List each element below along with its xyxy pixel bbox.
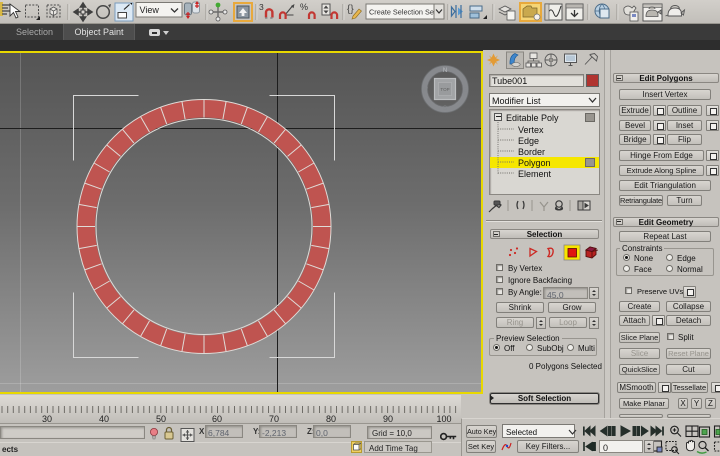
- svg-text:90: 90: [383, 414, 393, 424]
- svg-text:E: E: [463, 88, 467, 94]
- svg-text:TOP: TOP: [440, 87, 449, 92]
- svg-text:80: 80: [326, 414, 336, 424]
- svg-text:40: 40: [99, 414, 109, 424]
- svg-text:3: 3: [259, 2, 264, 12]
- svg-text:30: 30: [42, 414, 52, 424]
- svg-text:View: View: [140, 5, 160, 15]
- svg-text:60: 60: [212, 414, 222, 424]
- svg-text:N: N: [443, 68, 447, 74]
- svg-text:W: W: [422, 88, 428, 94]
- svg-text:70: 70: [269, 414, 279, 424]
- svg-text:Create Selection Se: Create Selection Se: [369, 8, 434, 17]
- svg-text:100: 100: [436, 414, 451, 424]
- svg-text:{}: {}: [347, 4, 354, 15]
- svg-text:50: 50: [156, 414, 166, 424]
- svg-text:%: %: [300, 2, 308, 12]
- svg-text:S: S: [443, 106, 447, 112]
